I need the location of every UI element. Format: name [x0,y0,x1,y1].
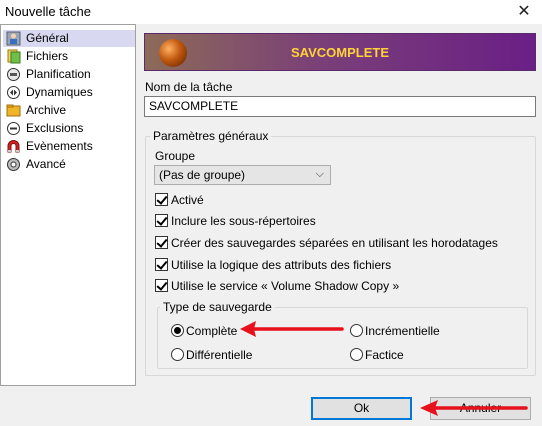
group-select-value: (Pas de groupe) [159,168,246,182]
sidebar-item-files[interactable]: Fichiers [3,48,135,65]
sidebar-item-general[interactable]: Général [3,30,135,47]
group-select[interactable]: (Pas de groupe) ⌵ [154,165,331,185]
dynamics-icon [7,86,20,99]
window-title: Nouvelle tâche [5,4,91,19]
radio-incremental-label: Incrémentielle [365,324,440,338]
annotation-arrow-ok [420,400,528,416]
sidebar-item-label: Exclusions [26,121,84,135]
checkbox-enabled[interactable] [155,193,168,206]
radio-differential[interactable] [171,348,184,361]
checkbox-file-attributes[interactable] [155,258,168,271]
checkbox-timestamps-label: Créer des sauvegardes séparées en utilis… [171,236,498,250]
archive-icon [6,104,21,117]
sidebar-item-label: Avancé [26,157,66,171]
schedule-icon [7,68,20,81]
task-name-input[interactable]: SAVCOMPLETE [144,96,536,117]
close-icon[interactable]: ✕ [510,1,538,23]
radio-dummy[interactable] [350,348,363,361]
radio-full-label: Complète [186,324,238,338]
exclusions-icon [7,122,20,135]
sidebar-item-exclusions[interactable]: Exclusions [3,120,135,137]
title-bar: Nouvelle tâche ✕ [0,0,542,24]
radio-full[interactable] [171,324,184,337]
checkbox-include-subdirs[interactable] [155,214,168,227]
sidebar-item-label: Evènements [26,139,93,153]
advanced-icon [7,158,20,171]
banner-title: SAVCOMPLETE [291,45,389,60]
sidebar-item-events[interactable]: Evènements [3,138,135,155]
sidebar-item-label: Fichiers [26,49,69,63]
sidebar-item-label: Planification [26,67,91,81]
task-name-label: Nom de la tâche [145,80,233,94]
checkbox-include-subdirs-label: Inclure les sous-répertoires [171,214,316,228]
checkbox-file-attributes-label: Utilise la logique des attributs des fic… [171,258,392,272]
radio-differential-label: Différentielle [186,348,253,362]
sidebar-item-label: Général [26,31,69,45]
sidebar-item-advanced[interactable]: Avancé [3,156,135,173]
radio-dummy-label: Factice [365,348,404,362]
general-params-legend: Paramètres généraux [150,129,272,143]
sidebar-item-schedule[interactable]: Planification [3,66,135,83]
annotation-arrow-full [240,321,344,337]
sidebar-item-label: Archive [26,103,67,117]
sidebar: Général Fichiers Planification Dynamique… [0,24,136,386]
general-icon [6,31,21,46]
checkbox-shadow-copy[interactable] [155,279,168,292]
sidebar-item-dynamics[interactable]: Dynamiques [3,84,135,101]
files-icon [7,49,21,64]
chevron-down-icon: ⌵ [315,168,324,180]
checkbox-timestamps[interactable] [155,236,168,249]
checkbox-enabled-label: Activé [171,193,204,207]
backup-type-legend: Type de sauvegarde [160,300,275,314]
group-label: Groupe [155,149,196,163]
sidebar-item-archive[interactable]: Archive [3,102,135,119]
ok-button[interactable]: Ok [311,397,412,420]
radio-incremental[interactable] [350,324,363,337]
checkbox-shadow-copy-label: Utilise le service « Volume Shadow Copy … [171,279,400,293]
task-banner: SAVCOMPLETE [144,33,536,71]
events-icon [7,140,20,153]
sidebar-item-label: Dynamiques [26,85,93,99]
